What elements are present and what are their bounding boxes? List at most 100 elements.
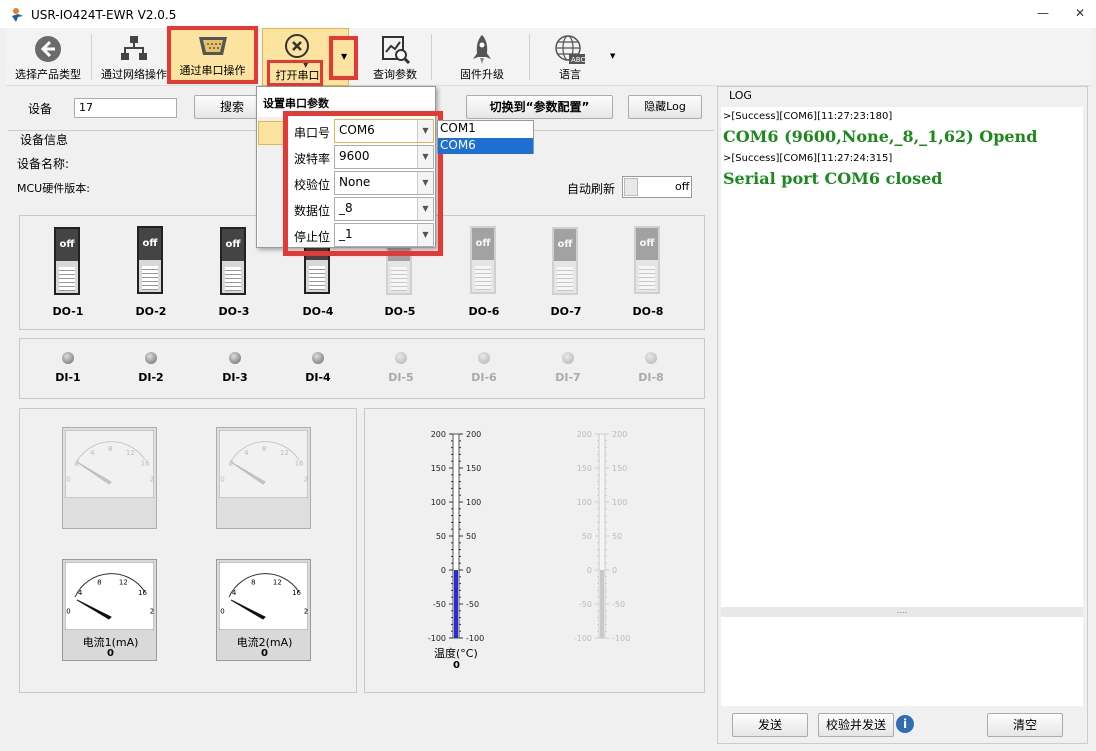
com-options-list: COM1 COM6	[437, 120, 534, 154]
gauge-tick-label: 0	[220, 475, 224, 483]
toolbar-label: 固件升级	[460, 68, 504, 81]
di-label: DI-3	[222, 371, 248, 384]
serial-field-value: 9600	[339, 149, 370, 163]
gauge-tick-label: 0	[220, 607, 224, 615]
serial-field-label: 波特率	[294, 152, 331, 166]
log-splitter[interactable]: ....	[721, 607, 1083, 617]
verify-send-button[interactable]: 校验并发送	[818, 713, 894, 737]
info-icon[interactable]: i	[896, 715, 914, 733]
do-switch[interactable]: off	[552, 227, 578, 295]
do-switch[interactable]: off	[220, 227, 246, 295]
current-gauge: 0248121620	[62, 427, 157, 529]
network-operation-button[interactable]: 通过网络操作	[95, 30, 173, 84]
query-params-button[interactable]: 查询参数	[364, 30, 426, 84]
device-info-title: 设备信息	[20, 133, 69, 147]
chevron-down-icon: ▼	[417, 120, 433, 142]
gauge-tick-label: 20	[150, 475, 154, 483]
send-input[interactable]	[721, 617, 1083, 706]
auto-refresh-toggle[interactable]: off	[622, 176, 692, 198]
serial-operation-button[interactable]: 通过串口操作	[167, 26, 258, 84]
log-line: Serial port COM6 closed	[723, 169, 943, 188]
thermometer-fill	[600, 570, 604, 638]
toolbar-label: 选择产品类型	[15, 68, 81, 81]
device-label: 设备	[28, 102, 53, 116]
temperature-value: 0	[453, 660, 460, 671]
mcu-version-label: MCU硬件版本:	[17, 182, 90, 195]
chevron-down-icon: ▼	[417, 172, 433, 194]
gauge-tick-label: 8	[251, 578, 255, 586]
auto-refresh-label: 自动刷新	[567, 182, 616, 196]
do-state: off	[554, 229, 576, 261]
do-label: DO-1	[52, 305, 84, 318]
do-state: off	[56, 229, 78, 261]
language-button[interactable]: ABC 语言	[540, 30, 600, 84]
serial-field-dropdown[interactable]: None ▼	[334, 171, 434, 195]
thermometer-tick-label: 200	[577, 430, 592, 439]
do-switch[interactable]: off	[137, 226, 163, 294]
log-view[interactable]: >[Success][COM6][11:27:23:180] COM6 (9600…	[721, 107, 1083, 607]
serial-field-dropdown[interactable]: _1 ▼	[334, 223, 434, 247]
do-state: off	[222, 229, 244, 261]
switch-grip	[225, 267, 241, 291]
device-name-label: 设备名称:	[17, 157, 70, 171]
di-label: DI-7	[555, 371, 581, 384]
gauge-value: 0	[261, 648, 268, 659]
gauge-tick-label: 8	[262, 445, 266, 453]
device-id-input[interactable]: 17	[74, 98, 177, 118]
serial-field-label: 停止位	[294, 230, 331, 244]
thermometer-tick-label: -100	[612, 634, 630, 643]
do-switch[interactable]: off	[54, 227, 80, 295]
gauge-tick-label: 16	[295, 460, 304, 468]
close-button[interactable]: ✕	[1070, 6, 1090, 22]
do-switch[interactable]: off	[634, 226, 660, 294]
di-label: DI-8	[638, 371, 664, 384]
serial-field-dropdown[interactable]: COM6 ▼	[334, 119, 434, 143]
hide-log-button[interactable]: 隐藏Log	[628, 95, 702, 119]
do-switch[interactable]: off	[470, 226, 496, 294]
rocket-icon	[473, 35, 491, 64]
com-option[interactable]: COM1	[438, 121, 533, 137]
serial-field-value: _8	[339, 201, 353, 215]
di-led	[312, 352, 324, 364]
chevron-down-icon: ▼	[417, 224, 433, 246]
switch-grip	[475, 266, 491, 290]
firmware-upgrade-button[interactable]: 固件升级	[450, 30, 514, 84]
send-button[interactable]: 发送	[732, 713, 808, 737]
gauge-tick-label: 16	[138, 589, 147, 597]
select-product-button[interactable]: 选择产品类型	[8, 30, 88, 84]
temperature-label: 温度(°C)	[434, 647, 478, 660]
current-gauge: 048121620电流1(mA)0	[62, 559, 157, 661]
serial-field-value: None	[339, 175, 371, 189]
do-label: DO-3	[218, 305, 250, 318]
serial-field-label: 数据位	[294, 204, 331, 218]
chevron-down-icon: ▼	[417, 198, 433, 220]
serial-field-dropdown[interactable]: _8 ▼	[334, 197, 434, 221]
switch-config-button[interactable]: 切换到“参数配置”	[466, 95, 613, 119]
gauge-tick-label: 20	[304, 475, 308, 483]
app-logo-icon	[12, 8, 23, 22]
thermometer-tick-label: 150	[612, 464, 627, 473]
language-dropdown-icon[interactable]: ▼	[610, 52, 615, 60]
com-option-selected[interactable]: COM6	[438, 138, 533, 154]
di-label: DI-2	[138, 371, 164, 384]
toolbar-label: 查询参数	[373, 68, 417, 81]
di-led	[645, 352, 657, 364]
thermometer-tick-label: 0	[441, 566, 446, 575]
gauge-tick-label: 12	[273, 578, 282, 586]
switch-grip	[142, 266, 158, 290]
thermometer-tick-label: 0	[612, 566, 617, 575]
serial-field-dropdown[interactable]: 9600 ▼	[334, 145, 434, 169]
search-chart-icon	[382, 36, 410, 64]
thermometer-tick-label: 0	[587, 566, 592, 575]
thermometer-tick-label: 50	[612, 532, 622, 541]
toolbar-divider	[529, 34, 530, 80]
switch-grip	[391, 267, 407, 291]
gauge-tick-label: 16	[141, 460, 150, 468]
clear-button[interactable]: 清空	[987, 713, 1063, 737]
gauge-tick-label: 0	[66, 475, 70, 483]
open-serial-dropdown-button[interactable]: ▼	[329, 36, 358, 80]
minimize-button[interactable]: —	[1033, 6, 1053, 22]
thermometer-tick-label: 50	[436, 532, 446, 541]
serial-field-label: 串口号	[294, 126, 331, 140]
toolbar-label: 语言	[559, 68, 581, 81]
